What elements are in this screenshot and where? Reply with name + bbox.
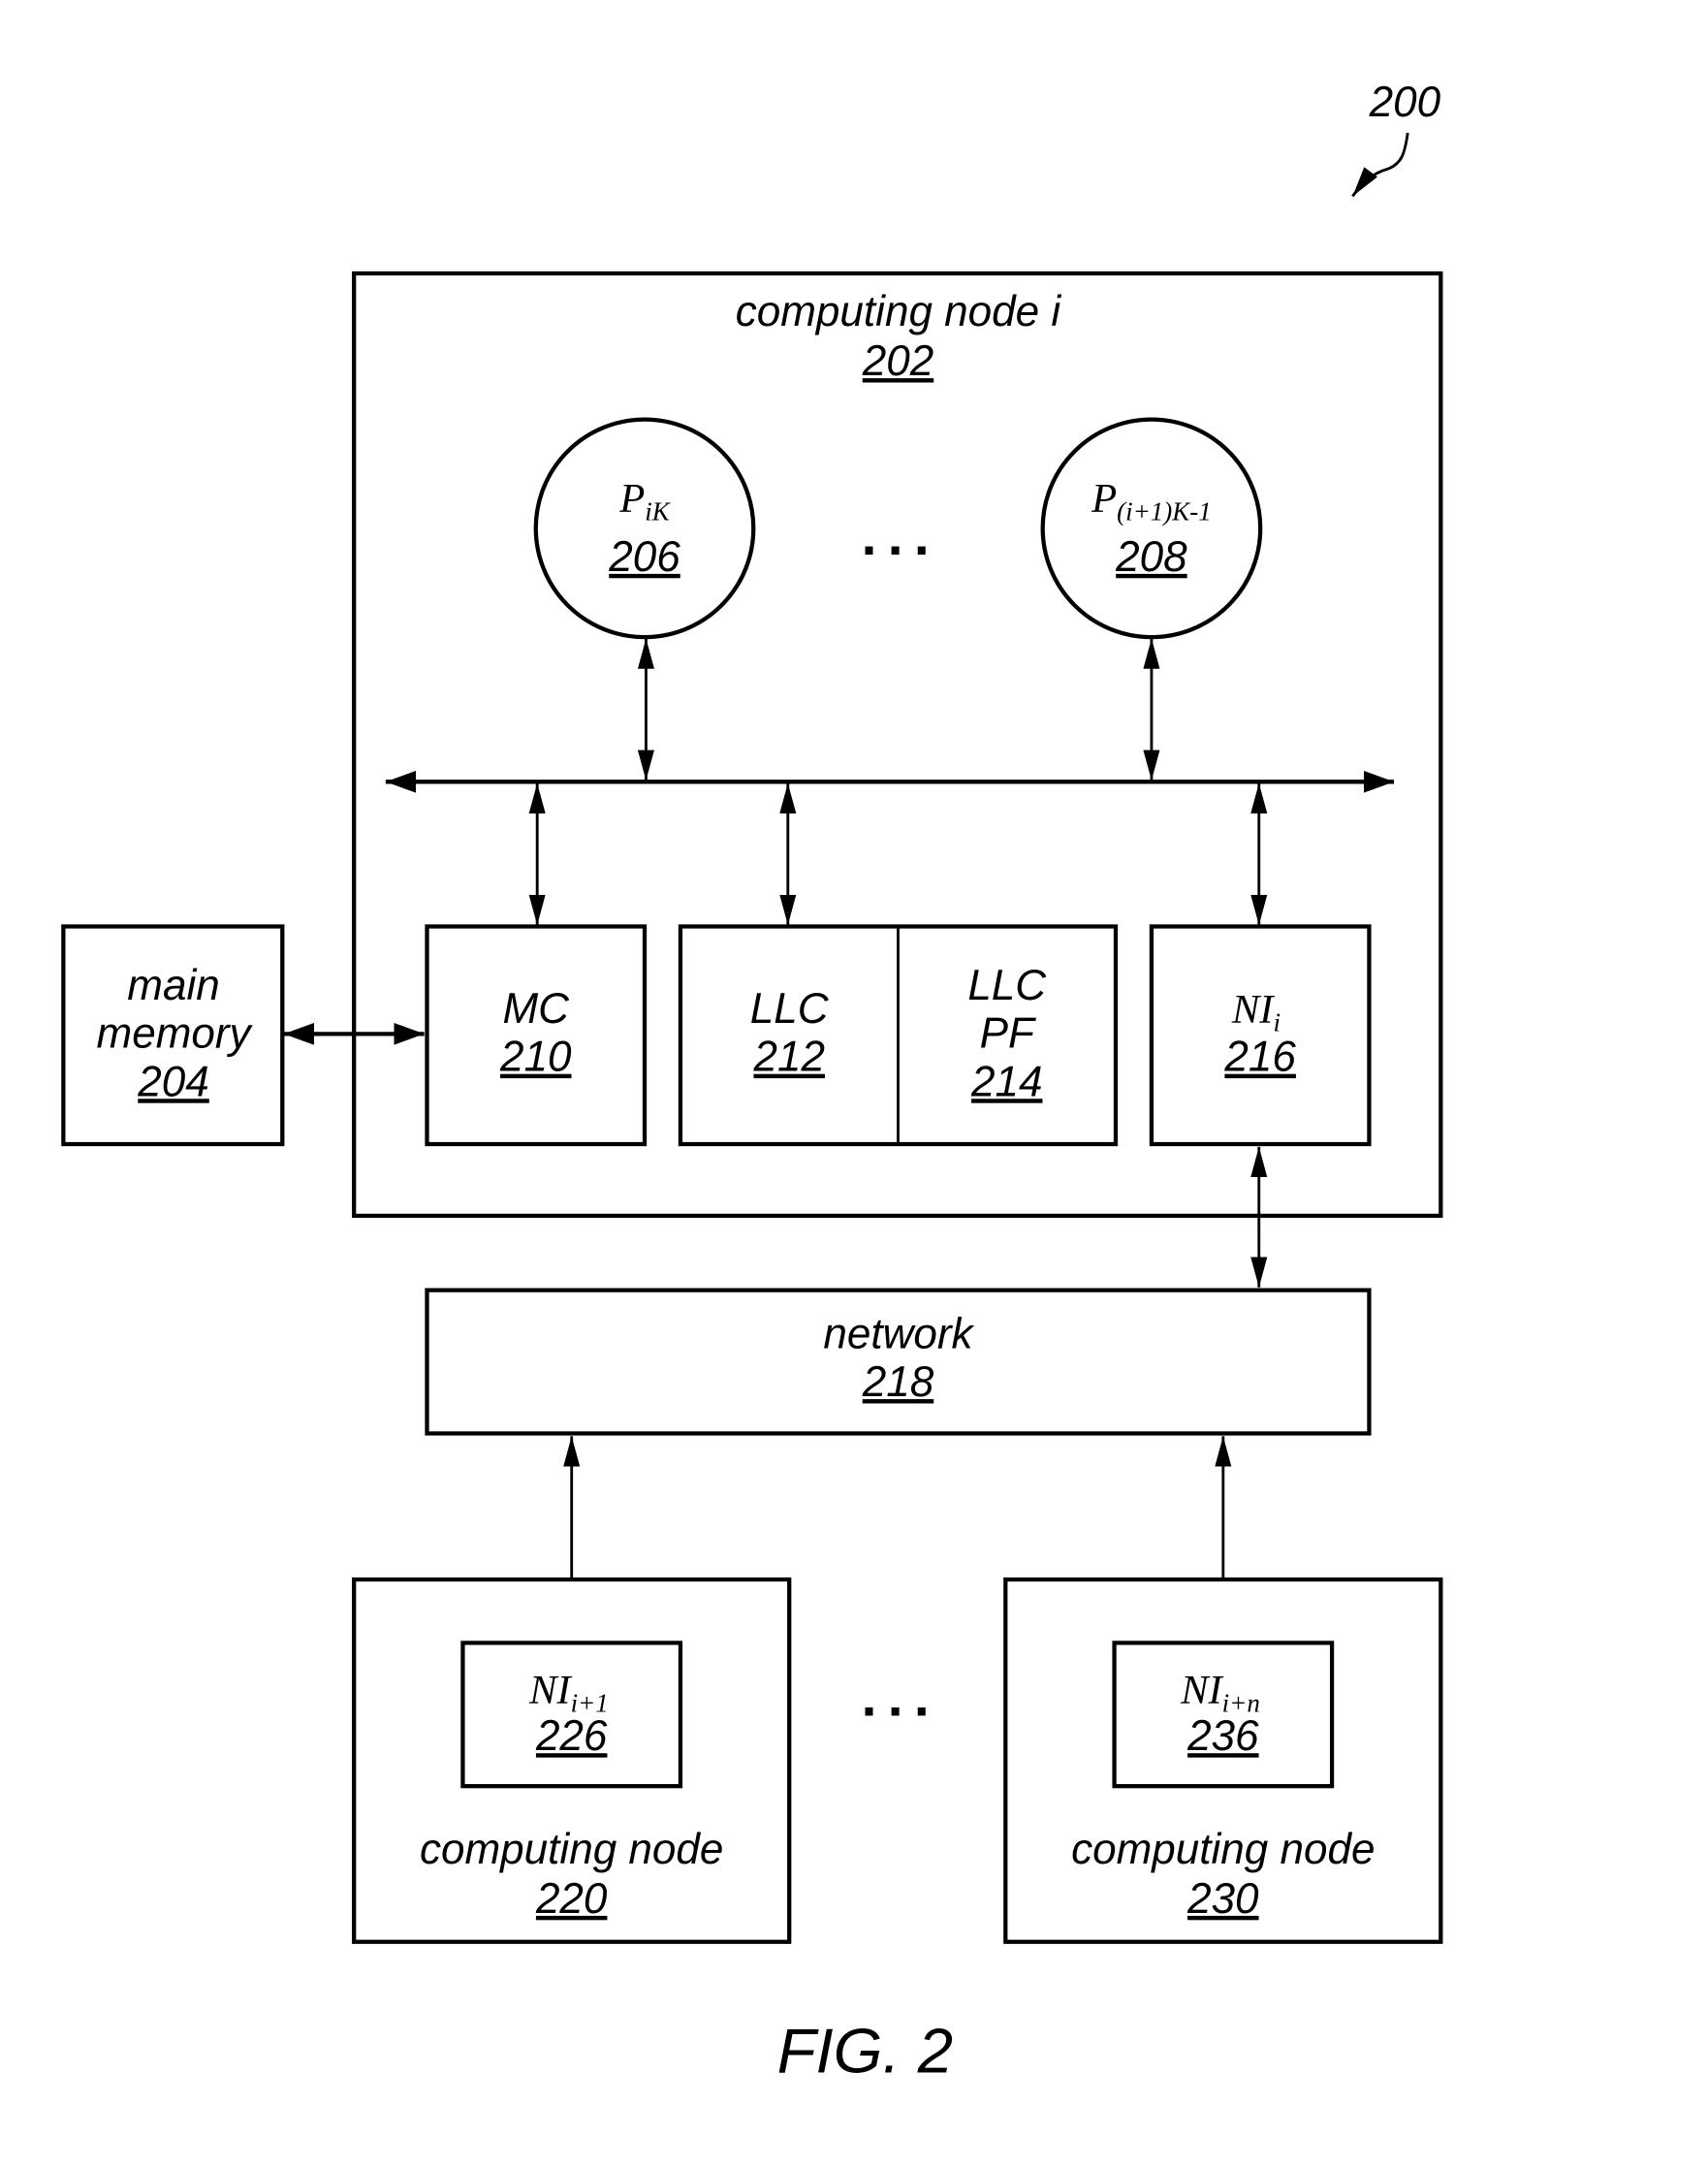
ni-i-label: NIi	[1231, 987, 1281, 1037]
main-memory-label-line2: memory	[97, 1010, 254, 1058]
processor-208-number: 208	[1115, 533, 1187, 581]
reference-pointer-arrow	[1351, 132, 1409, 198]
computing-node-i-number: 202	[862, 337, 934, 385]
computing-node-i-label: computing node i	[736, 288, 1062, 335]
computing-node-220-label: computing node	[420, 1826, 723, 1873]
processors-ellipsis: ...	[862, 506, 940, 567]
llc-number: 212	[752, 1034, 825, 1081]
computing-node-230-number: 230	[1186, 1875, 1259, 1923]
llc-pf-number: 214	[970, 1058, 1043, 1105]
llc-pf-label-line1: LLC	[967, 962, 1047, 1009]
processor-206-number: 206	[608, 533, 680, 581]
computing-node-230-label: computing node	[1071, 1826, 1375, 1873]
processor-208-circle	[1040, 417, 1263, 640]
network-number: 218	[862, 1358, 934, 1406]
llc-pf-label-line2: PF	[980, 1010, 1036, 1058]
figure-caption: FIG. 2	[777, 2016, 954, 2087]
ni-236-number: 236	[1186, 1712, 1259, 1760]
computing-node-220-number: 220	[535, 1875, 608, 1923]
remote-nodes-ellipsis: ...	[862, 1668, 940, 1729]
processor-206-circle	[533, 417, 756, 640]
llc-label: LLC	[750, 985, 830, 1033]
main-memory-number: 204	[137, 1058, 209, 1105]
ni-i-number: 216	[1223, 1034, 1296, 1081]
mc-label: MC	[502, 985, 570, 1033]
reference-numeral: 200	[1369, 79, 1441, 126]
ni-226-number: 226	[535, 1712, 608, 1760]
system-diagram: 200 computing node i 202 PiK 206 ... P(i…	[61, 79, 1443, 2087]
mc-number: 210	[499, 1034, 572, 1081]
network-label: network	[823, 1310, 974, 1357]
main-memory-label-line1: main	[127, 962, 219, 1009]
